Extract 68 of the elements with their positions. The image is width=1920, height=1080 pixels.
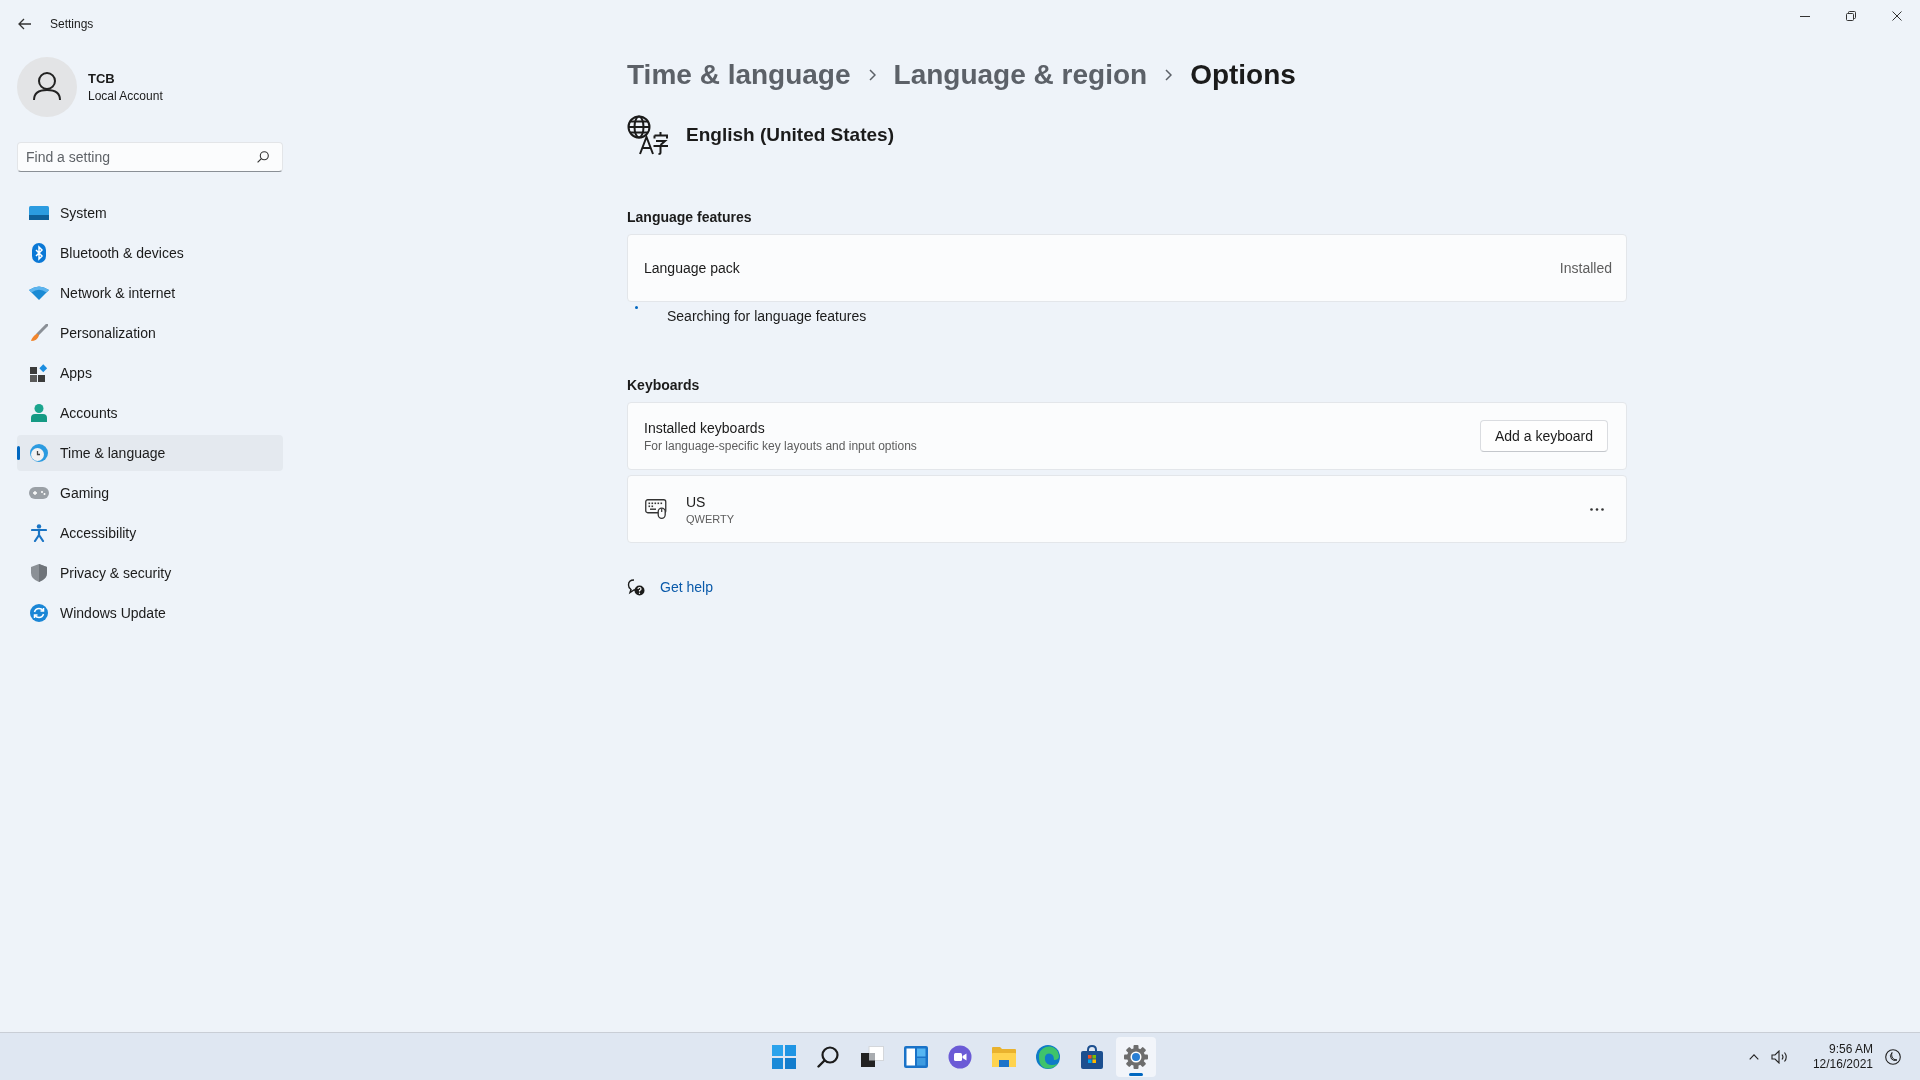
account-type: Local Account bbox=[88, 89, 163, 103]
account-name: TCB bbox=[88, 71, 116, 86]
search-field[interactable]: Find a setting bbox=[17, 142, 283, 172]
language-name: English (United States) bbox=[686, 124, 894, 146]
nav-item[interactable]: Gaming bbox=[17, 475, 283, 511]
nav-item[interactable]: Network & internet bbox=[17, 275, 283, 311]
chevron-up-icon[interactable] bbox=[1748, 1053, 1759, 1060]
keyboard-layout: QWERTY bbox=[686, 512, 735, 525]
nav-item[interactable]: Accounts bbox=[17, 395, 283, 431]
moon-icon[interactable] bbox=[1885, 1048, 1901, 1065]
nav-item[interactable]: Windows Update bbox=[17, 595, 283, 631]
nav-item[interactable]: Bluetooth & devices bbox=[17, 235, 283, 271]
clock-date: 12/16/2021 bbox=[1812, 1056, 1873, 1072]
four-squares-icon bbox=[772, 1044, 796, 1069]
folder-icon bbox=[992, 1046, 1016, 1067]
window-title: Settings bbox=[50, 17, 94, 31]
help-icon bbox=[627, 578, 645, 596]
shopping-bag-icon bbox=[1081, 1044, 1103, 1069]
clock-time: 9:56 AM bbox=[1828, 1041, 1873, 1057]
keyboard-name: US bbox=[686, 493, 707, 510]
section-heading: Language features bbox=[627, 208, 753, 227]
avatar-icon bbox=[17, 57, 77, 117]
breadcrumb-item[interactable]: Time & language bbox=[627, 59, 851, 91]
breadcrumb-item[interactable]: Language & region bbox=[893, 59, 1148, 91]
panels-icon bbox=[904, 1045, 928, 1068]
speaker-icon[interactable] bbox=[1770, 1049, 1789, 1064]
nav-item[interactable]: Personalization bbox=[17, 315, 283, 351]
chevron-right-icon bbox=[868, 69, 876, 81]
sync-icon bbox=[30, 604, 48, 622]
chevron-right-icon bbox=[1165, 69, 1173, 81]
person-icon bbox=[31, 404, 47, 422]
add-keyboard-button[interactable]: Add a keyboard bbox=[1479, 420, 1608, 452]
video-chat-icon bbox=[948, 1044, 972, 1069]
nav-item[interactable]: Time & language bbox=[17, 435, 283, 471]
more-options-icon[interactable] bbox=[1590, 507, 1604, 511]
overlapping-squares-icon bbox=[860, 1045, 884, 1068]
language-icon bbox=[627, 115, 669, 155]
nav-item[interactable]: Apps bbox=[17, 355, 283, 391]
back-icon[interactable] bbox=[18, 18, 32, 30]
shield-icon bbox=[31, 564, 47, 582]
gamepad-icon bbox=[29, 487, 49, 499]
accessibility-icon bbox=[31, 524, 47, 542]
wifi-icon bbox=[29, 286, 49, 300]
breadcrumb-item: Options bbox=[1190, 59, 1296, 91]
settings-icon bbox=[1124, 1044, 1148, 1069]
bluetooth-icon bbox=[32, 243, 46, 263]
globe-clock-icon bbox=[30, 444, 48, 462]
setting-description: For language-specific key layouts and input options bbox=[644, 438, 917, 453]
nav-item[interactable]: Accessibility bbox=[17, 515, 283, 551]
keyboard-icon bbox=[645, 499, 667, 519]
loading-dot-icon bbox=[635, 306, 638, 309]
monitor-icon bbox=[29, 206, 49, 220]
status-text: Installed bbox=[1559, 260, 1612, 276]
restore-icon[interactable] bbox=[1846, 11, 1856, 21]
setting-label: Language pack bbox=[644, 260, 740, 276]
section-heading: Keyboards bbox=[627, 376, 701, 395]
status-message: Searching for language features bbox=[667, 308, 867, 324]
setting-title: Installed keyboards bbox=[644, 419, 766, 436]
close-icon[interactable] bbox=[1892, 11, 1902, 21]
nav-item[interactable]: System bbox=[17, 195, 283, 231]
paintbrush-icon bbox=[30, 324, 48, 342]
nav-item[interactable]: Privacy & security bbox=[17, 555, 283, 591]
apps-grid-icon bbox=[30, 364, 48, 382]
search-icon bbox=[257, 151, 269, 163]
search-icon bbox=[817, 1045, 839, 1068]
minimize-icon[interactable] bbox=[1800, 15, 1810, 17]
get-help-link[interactable]: Get help bbox=[660, 579, 713, 595]
wave-circle-icon bbox=[1036, 1044, 1060, 1069]
